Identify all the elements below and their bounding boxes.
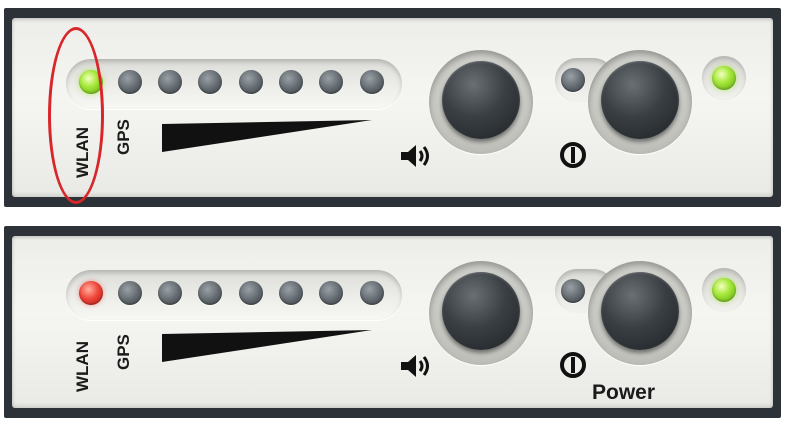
signal-strength-wedge-icon	[162, 330, 372, 362]
volume-button[interactable]	[442, 61, 520, 139]
power-button[interactable]	[601, 272, 679, 350]
power-icon	[560, 142, 586, 168]
signal-led-1	[158, 70, 182, 94]
wlan-label: WLAN	[73, 341, 92, 392]
volume-button-bezel	[429, 50, 533, 154]
power-led	[561, 68, 585, 92]
panel-face: WLAN GPS Power	[12, 236, 773, 408]
signal-led-2	[198, 281, 222, 305]
status-led	[712, 66, 736, 90]
led-strip	[66, 270, 402, 320]
signal-led-6	[360, 281, 384, 305]
signal-led-1	[158, 281, 182, 305]
signal-led-2	[198, 70, 222, 94]
power-pod	[555, 261, 710, 365]
device-panel-top: WLAN GPS	[4, 8, 781, 207]
power-button[interactable]	[601, 61, 679, 139]
wlan-highlight-circle	[48, 27, 104, 204]
panel-face: WLAN GPS	[12, 18, 773, 197]
signal-led-5	[319, 70, 343, 94]
power-led	[561, 279, 585, 303]
volume-button-bezel	[429, 261, 533, 365]
speaker-volume-icon	[401, 355, 429, 377]
wlan-led	[79, 281, 103, 305]
volume-button[interactable]	[442, 272, 520, 350]
signal-led-4	[279, 281, 303, 305]
status-led-bezel	[702, 268, 746, 312]
gps-label: GPS	[114, 334, 133, 370]
gps-led	[118, 70, 142, 94]
status-led	[712, 278, 736, 302]
power-button-bezel	[588, 50, 692, 154]
signal-led-4	[279, 70, 303, 94]
gps-led	[118, 281, 142, 305]
device-panel-bottom: WLAN GPS Power	[4, 226, 781, 418]
speaker-volume-icon	[401, 145, 429, 167]
power-button-bezel	[588, 261, 692, 365]
signal-led-6	[360, 70, 384, 94]
signal-led-5	[319, 281, 343, 305]
power-caption: Power	[592, 381, 656, 404]
signal-led-3	[239, 70, 263, 94]
power-icon	[560, 352, 586, 378]
gps-label: GPS	[114, 119, 133, 155]
signal-strength-wedge-icon	[162, 120, 372, 152]
led-strip	[66, 59, 402, 109]
status-led-bezel	[702, 56, 746, 100]
signal-led-3	[239, 281, 263, 305]
power-pod	[555, 50, 710, 154]
